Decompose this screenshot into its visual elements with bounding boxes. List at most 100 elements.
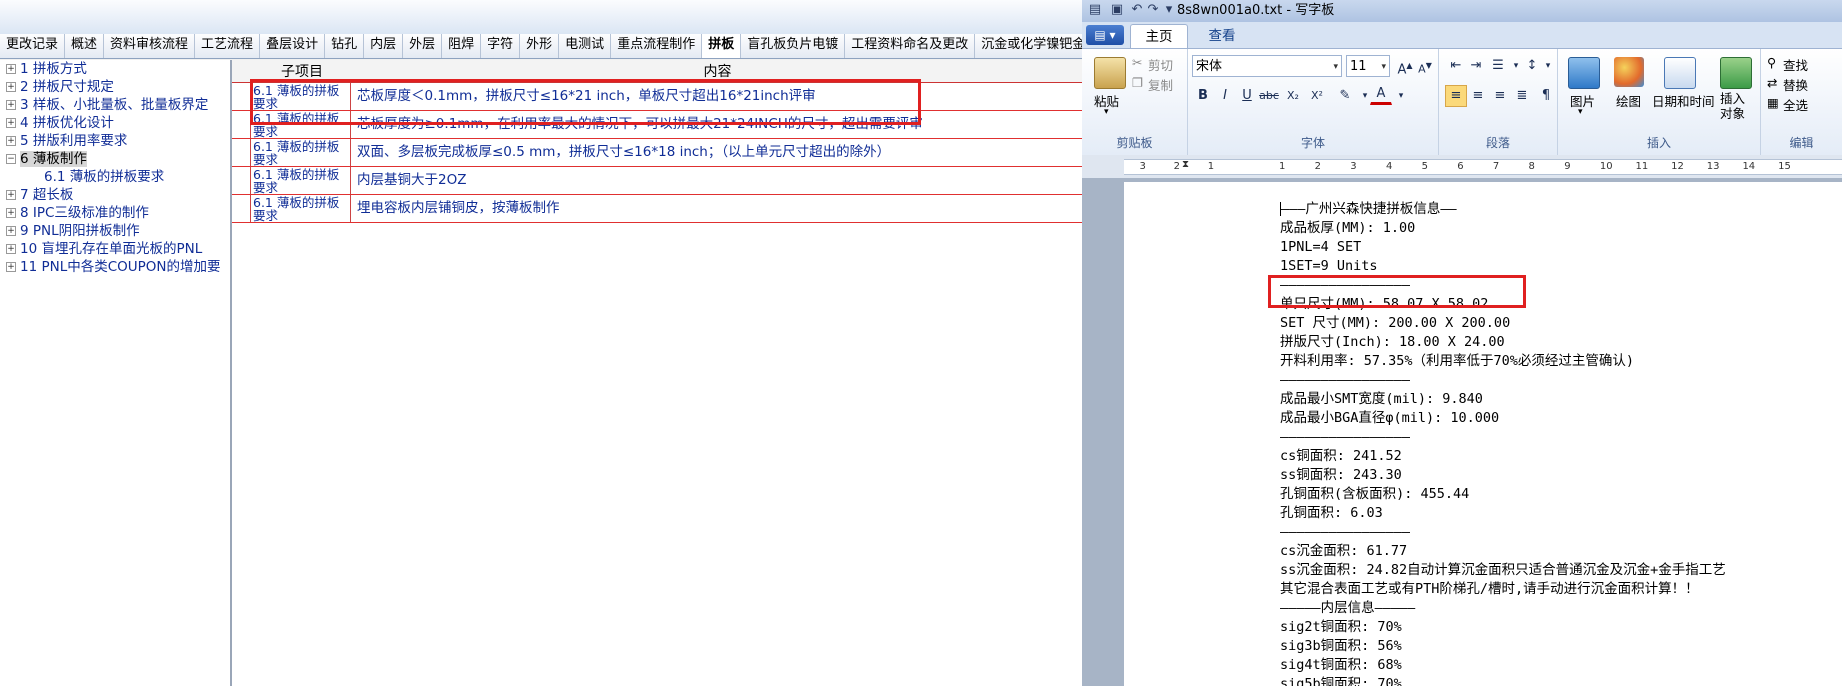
select-all-button[interactable]: 全选 bbox=[1783, 95, 1808, 114]
table-row[interactable]: 6.1 薄板的拼板要求 埋电容板内层铺铜皮，按薄板制作 bbox=[232, 195, 1082, 223]
tree-item[interactable]: +3 样板、小批量板、批量板界定 bbox=[0, 96, 230, 114]
tab-view[interactable]: 查看 bbox=[1194, 24, 1250, 48]
section-tab[interactable]: 叠层设计 bbox=[260, 34, 326, 58]
redo-icon[interactable]: ↷ bbox=[1146, 3, 1160, 17]
section-tab[interactable]: 字符 bbox=[481, 34, 521, 58]
section-tab[interactable]: 钻孔 bbox=[325, 34, 365, 58]
section-tab[interactable]: 沉金或化学镍钯金 bbox=[975, 34, 1082, 58]
justify-icon[interactable]: ≣ bbox=[1511, 85, 1533, 107]
chapter-tree[interactable]: +1 拼板方式 +2 拼板尺寸规定 +3 样板、小批量板、批量板界定 +4 拼板优化设… bbox=[0, 60, 232, 686]
tree-item[interactable]: +11 PNL中各类COUPON的增加要 bbox=[0, 258, 230, 276]
expand-icon[interactable]: + bbox=[6, 262, 16, 272]
row-selector[interactable] bbox=[232, 83, 251, 110]
expand-icon[interactable]: + bbox=[6, 136, 16, 146]
underline-button[interactable]: U bbox=[1236, 85, 1258, 107]
section-tab[interactable]: 工程资料命名及更改 bbox=[845, 34, 976, 58]
quick-access-dropdown-icon[interactable]: ▾ bbox=[1162, 3, 1176, 17]
section-tab[interactable]: 工艺流程 bbox=[195, 34, 261, 58]
align-left-icon[interactable]: ≡ bbox=[1445, 85, 1467, 107]
ruler-bar[interactable]: 3 2 1 1 2 3 4 5 6 7 8 9 10 11 12 13 14 15 ⧗ bbox=[1124, 159, 1842, 175]
font-family-select[interactable]: 宋体 ▾ bbox=[1192, 55, 1342, 77]
highlight-pen-icon[interactable]: ✎ bbox=[1334, 85, 1356, 107]
tree-child-item[interactable]: 6.1 薄板的拼板要求 bbox=[0, 168, 230, 186]
tree-item[interactable]: +5 拼版利用率要求 bbox=[0, 132, 230, 150]
section-tab[interactable]: 外形 bbox=[520, 34, 560, 58]
tree-item[interactable]: +2 拼板尺寸规定 bbox=[0, 78, 230, 96]
expand-icon[interactable]: + bbox=[6, 118, 16, 128]
expand-icon[interactable]: + bbox=[6, 244, 16, 254]
save-icon[interactable]: ▣ bbox=[1110, 3, 1124, 17]
replace-button[interactable]: 替换 bbox=[1783, 75, 1808, 94]
section-tab[interactable]: 外层 bbox=[403, 34, 443, 58]
row-selector[interactable] bbox=[232, 111, 251, 138]
section-tab[interactable]: 电测试 bbox=[559, 34, 612, 58]
subscript-button[interactable]: X₂ bbox=[1282, 85, 1304, 107]
increase-indent-icon[interactable]: ⇥ bbox=[1465, 55, 1487, 77]
collapse-icon[interactable]: − bbox=[6, 154, 16, 164]
insert-object-button[interactable]: 插入 对象 bbox=[1720, 91, 1745, 121]
row-selector[interactable] bbox=[232, 139, 251, 166]
tree-item[interactable]: +1 拼板方式 bbox=[0, 60, 230, 78]
strikethrough-button[interactable]: abc bbox=[1258, 85, 1280, 107]
tree-item[interactable]: +10 盲埋孔存在单面光板的PNL bbox=[0, 240, 230, 258]
paint-palette-icon[interactable] bbox=[1614, 57, 1644, 87]
bold-button[interactable]: B bbox=[1192, 85, 1214, 107]
picture-icon[interactable] bbox=[1568, 57, 1600, 89]
paste-icon[interactable] bbox=[1094, 57, 1126, 89]
expand-icon[interactable]: + bbox=[6, 226, 16, 236]
indent-marker-icon[interactable]: ⧗ bbox=[1182, 158, 1189, 172]
font-size-select[interactable]: 11 ▾ bbox=[1346, 55, 1390, 77]
italic-button[interactable]: I bbox=[1214, 85, 1236, 107]
copy-button[interactable]: 复制 bbox=[1148, 75, 1173, 94]
row-selector[interactable] bbox=[232, 167, 251, 194]
chevron-down-icon[interactable]: ▾ bbox=[1578, 107, 1583, 117]
ruler[interactable]: 3 2 1 1 2 3 4 5 6 7 8 9 10 11 12 13 14 15 ⧗ bbox=[1082, 155, 1842, 177]
table-row[interactable]: 6.1 薄板的拼板要求 双面、多层板完成板厚≤0.5 mm，拼板尺寸≤16*18 … bbox=[232, 139, 1082, 167]
expand-icon[interactable]: + bbox=[6, 208, 16, 218]
application-menu-button[interactable]: ▤ ▾ bbox=[1086, 25, 1124, 45]
tree-item[interactable]: +8 IPC三级标准的制作 bbox=[0, 204, 230, 222]
section-tab[interactable]: 阻焊 bbox=[442, 34, 482, 58]
section-tab[interactable]: 更改记录 bbox=[0, 34, 66, 58]
expand-icon[interactable]: + bbox=[6, 64, 16, 74]
section-tab[interactable]: 资料审核流程 bbox=[104, 34, 196, 58]
calendar-clock-icon[interactable] bbox=[1664, 57, 1696, 89]
section-tab[interactable]: 重点流程制作 bbox=[611, 34, 703, 58]
expand-icon[interactable]: + bbox=[6, 100, 16, 110]
tree-item[interactable]: +7 超长板 bbox=[0, 186, 230, 204]
tree-item[interactable]: −6 薄板制作 bbox=[0, 150, 230, 168]
tab-home[interactable]: 主页 bbox=[1130, 24, 1188, 49]
section-tab[interactable]: 内层 bbox=[364, 34, 404, 58]
column-header-subitem[interactable]: 子项目 bbox=[252, 60, 352, 82]
paste-dropdown-icon[interactable]: ▾ bbox=[1104, 107, 1109, 117]
paragraph-settings-icon[interactable]: ¶ bbox=[1535, 85, 1557, 107]
table-row[interactable]: 6.1 薄板的拼板要求 芯板厚度＜0.1mm，拼板尺寸≤16*21 inch，单板… bbox=[232, 83, 1082, 111]
decrease-indent-icon[interactable]: ⇤ bbox=[1445, 55, 1467, 77]
column-header-content[interactable]: 内容 bbox=[353, 60, 1082, 82]
section-tab[interactable]: 盲孔板负片电镀 bbox=[741, 34, 846, 58]
insert-object-icon[interactable] bbox=[1720, 57, 1752, 89]
expand-icon[interactable]: + bbox=[6, 190, 16, 200]
document-text[interactable]: ———广州兴森快捷拼板信息—— 成品板厚(MM): 1.00 1PNL=4 SET 1… bbox=[1280, 200, 1726, 686]
shrink-font-icon[interactable]: A▼ bbox=[1414, 55, 1436, 77]
grow-font-icon[interactable]: A▲ bbox=[1394, 55, 1416, 77]
table-row[interactable]: 6.1 薄板的拼板要求 芯板厚度为≥0.1mm，在利用率最大的情况下，可以拼最大2… bbox=[232, 111, 1082, 139]
date-time-button[interactable]: 日期和时间 bbox=[1652, 91, 1715, 110]
undo-icon[interactable]: ↶ bbox=[1130, 3, 1144, 17]
superscript-button[interactable]: X² bbox=[1306, 85, 1328, 107]
expand-icon[interactable]: + bbox=[6, 82, 16, 92]
document-page[interactable]: ———广州兴森快捷拼板信息—— 成品板厚(MM): 1.00 1PNL=4 SET 1… bbox=[1124, 182, 1842, 686]
row-selector[interactable] bbox=[232, 195, 251, 222]
align-center-icon[interactable]: ≡ bbox=[1467, 85, 1489, 107]
tree-item[interactable]: +4 拼板优化设计 bbox=[0, 114, 230, 132]
font-color-icon[interactable]: A bbox=[1370, 85, 1392, 105]
tree-item[interactable]: +9 PNL阴阳拼板制作 bbox=[0, 222, 230, 240]
section-tab[interactable]: 概述 bbox=[65, 34, 105, 58]
chevron-down-icon[interactable]: ▾ bbox=[1390, 85, 1412, 107]
chevron-down-icon[interactable]: ▾ bbox=[1537, 55, 1559, 77]
table-row[interactable]: 6.1 薄板的拼板要求 内层基铜大于2OZ bbox=[232, 167, 1082, 195]
align-right-icon[interactable]: ≡ bbox=[1489, 85, 1511, 107]
cut-button[interactable]: 剪切 bbox=[1148, 55, 1173, 74]
find-button[interactable]: 查找 bbox=[1783, 55, 1808, 74]
paint-drawing-button[interactable]: 绘图 bbox=[1616, 91, 1641, 110]
